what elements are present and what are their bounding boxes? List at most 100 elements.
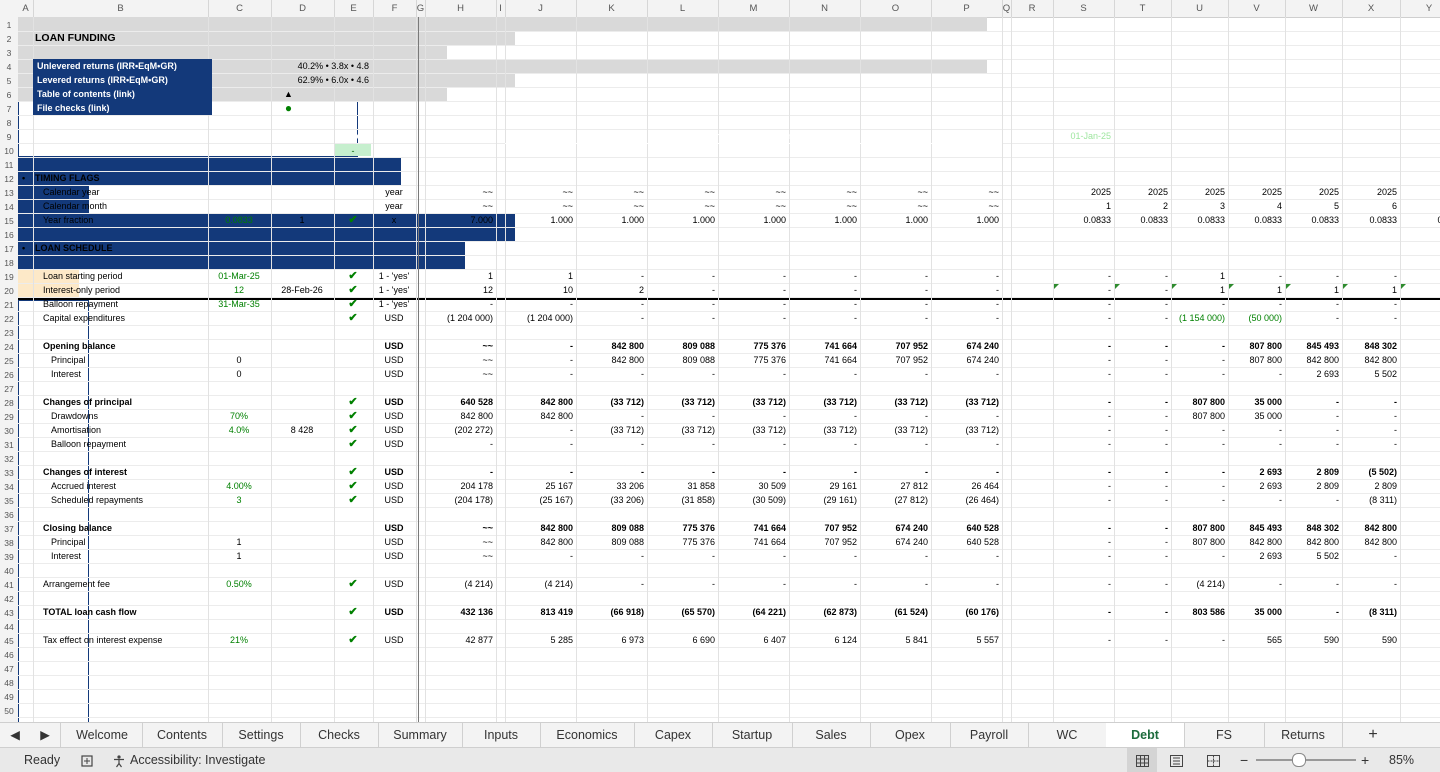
page-layout-view-icon[interactable] — [1170, 748, 1183, 772]
page-break-view-icon[interactable] — [1207, 748, 1220, 772]
data-cell[interactable]: - — [1287, 269, 1339, 283]
data-cell[interactable]: - — [578, 465, 644, 479]
data-cell[interactable]: (30 509) — [720, 493, 786, 507]
data-cell[interactable]: (62 873) — [791, 605, 857, 619]
data-cell[interactable]: - — [720, 269, 786, 283]
data-cell[interactable]: 741 664 — [791, 339, 857, 353]
data-cell[interactable]: USD — [375, 605, 413, 619]
data-cell[interactable]: - — [1055, 283, 1111, 297]
data-cell[interactable]: 204 178 — [427, 479, 493, 493]
data-cell[interactable]: (33 712) — [791, 423, 857, 437]
data-cell[interactable]: - — [578, 549, 644, 563]
data-cell[interactable]: - — [1173, 367, 1225, 381]
data-cell[interactable]: 1 — [427, 269, 493, 283]
data-cell[interactable]: 1 — [1230, 283, 1282, 297]
data-cell[interactable]: - — [1116, 297, 1168, 311]
data-cell[interactable]: - — [1055, 339, 1111, 353]
data-cell[interactable]: (4 214) — [507, 577, 573, 591]
data-cell[interactable]: 35 000 — [1230, 395, 1282, 409]
data-cell[interactable]: x — [375, 213, 413, 227]
data-cell[interactable]: ~~ — [933, 199, 999, 213]
data-cell[interactable]: ~~ — [427, 199, 493, 213]
data-cell[interactable]: - — [1116, 269, 1168, 283]
row-header-38[interactable]: 38 — [0, 536, 18, 550]
data-cell[interactable]: (204 178) — [427, 493, 493, 507]
tab-summary[interactable]: Summary — [378, 723, 463, 747]
row-header-42[interactable]: 42 — [0, 592, 18, 606]
data-cell[interactable]: - — [1173, 479, 1225, 493]
data-cell[interactable]: 1.000 — [933, 213, 999, 227]
spreadsheet-sheet[interactable]: ABCDEFGHIJKLMNOPQRSTUVWXY 1 2 3 4 5 6 7 8 9 10 11 1… — [0, 0, 1440, 722]
data-cell[interactable]: - — [1344, 437, 1397, 451]
data-cell[interactable]: (33 712) — [933, 395, 999, 409]
row-label[interactable]: Amortisation — [51, 423, 221, 437]
data-cell[interactable]: 5 841 — [862, 633, 928, 647]
data-cell[interactable]: - — [1344, 549, 1397, 563]
data-cell[interactable]: 1.000 — [649, 213, 715, 227]
data-cell[interactable]: - — [578, 269, 644, 283]
check-mark-icon[interactable]: ✔ — [336, 423, 370, 437]
data-cell[interactable]: 12 — [210, 283, 268, 297]
data-cell[interactable]: 809 088 — [578, 535, 644, 549]
tab-settings[interactable]: Settings — [222, 723, 301, 747]
check-mark-icon[interactable]: ✔ — [336, 465, 370, 479]
data-cell[interactable]: - — [1055, 353, 1111, 367]
data-cell[interactable]: - — [933, 297, 999, 311]
row-label[interactable]: Scheduled repayments — [51, 493, 221, 507]
data-cell[interactable]: - — [1116, 479, 1168, 493]
data-cell[interactable]: 2 693 — [1230, 549, 1282, 563]
data-cell[interactable]: 29 161 — [791, 479, 857, 493]
data-cell[interactable]: - — [1055, 367, 1111, 381]
data-cell[interactable]: ~~ — [427, 185, 493, 199]
data-cell[interactable]: - — [791, 409, 857, 423]
data-cell[interactable]: - — [720, 409, 786, 423]
data-cell[interactable]: 842 — [1402, 353, 1440, 367]
row-label[interactable]: Changes of interest — [43, 465, 213, 479]
data-cell[interactable]: - — [507, 465, 573, 479]
data-cell[interactable]: - — [649, 297, 715, 311]
data-cell[interactable]: 2 693 — [1287, 367, 1339, 381]
data-cell[interactable]: - — [862, 549, 928, 563]
data-cell[interactable]: - — [578, 437, 644, 451]
data-cell[interactable]: 1 — [273, 213, 331, 227]
data-cell[interactable]: ~~ — [791, 185, 857, 199]
data-cell[interactable]: - — [791, 577, 857, 591]
data-cell[interactable]: - — [507, 297, 573, 311]
data-cell[interactable]: 2 — [1402, 479, 1440, 493]
row-label[interactable]: Accrued interest — [51, 479, 221, 493]
column-header-v[interactable]: V — [1228, 0, 1286, 17]
data-cell[interactable]: (33 712) — [862, 423, 928, 437]
row-header-21[interactable]: 21 — [0, 298, 18, 312]
row-header-36[interactable]: 36 — [0, 508, 18, 522]
data-cell[interactable]: 1 - 'yes' — [375, 297, 413, 311]
data-cell[interactable]: - — [862, 283, 928, 297]
row-header-24[interactable]: 24 — [0, 340, 18, 354]
column-header-n[interactable]: N — [789, 0, 861, 17]
data-cell[interactable]: - — [1230, 297, 1282, 311]
check-mark-icon[interactable]: ✔ — [336, 605, 370, 619]
column-header-r[interactable]: R — [1011, 0, 1054, 17]
data-cell[interactable]: 2 809 — [1344, 479, 1397, 493]
row-header-26[interactable]: 26 — [0, 368, 18, 382]
data-cell[interactable]: 842 800 — [1344, 521, 1397, 535]
data-cell[interactable]: 707 952 — [791, 521, 857, 535]
data-cell[interactable]: - — [1173, 297, 1225, 311]
data-cell[interactable]: 813 419 — [507, 605, 573, 619]
data-cell[interactable]: USD — [375, 535, 413, 549]
data-cell[interactable]: - — [1116, 465, 1168, 479]
data-cell[interactable]: 674 240 — [862, 535, 928, 549]
data-cell[interactable]: - — [507, 353, 573, 367]
tab-fs[interactable]: FS — [1184, 723, 1265, 747]
column-header-e[interactable]: E — [334, 0, 374, 17]
data-cell[interactable]: 775 376 — [720, 353, 786, 367]
row-header-17[interactable]: 17 — [0, 242, 18, 256]
data-cell[interactable]: - — [1116, 311, 1168, 325]
data-cell[interactable]: 33 206 — [578, 479, 644, 493]
data-cell[interactable]: ~~ — [578, 199, 644, 213]
data-cell[interactable]: 1 — [1344, 283, 1397, 297]
check-mark-icon[interactable]: ✔ — [336, 311, 370, 325]
data-cell[interactable]: - — [1116, 493, 1168, 507]
data-cell[interactable]: 842 800 — [1287, 535, 1339, 549]
data-cell[interactable]: 4.00% — [210, 479, 268, 493]
data-cell[interactable]: 842 800 — [1344, 353, 1397, 367]
